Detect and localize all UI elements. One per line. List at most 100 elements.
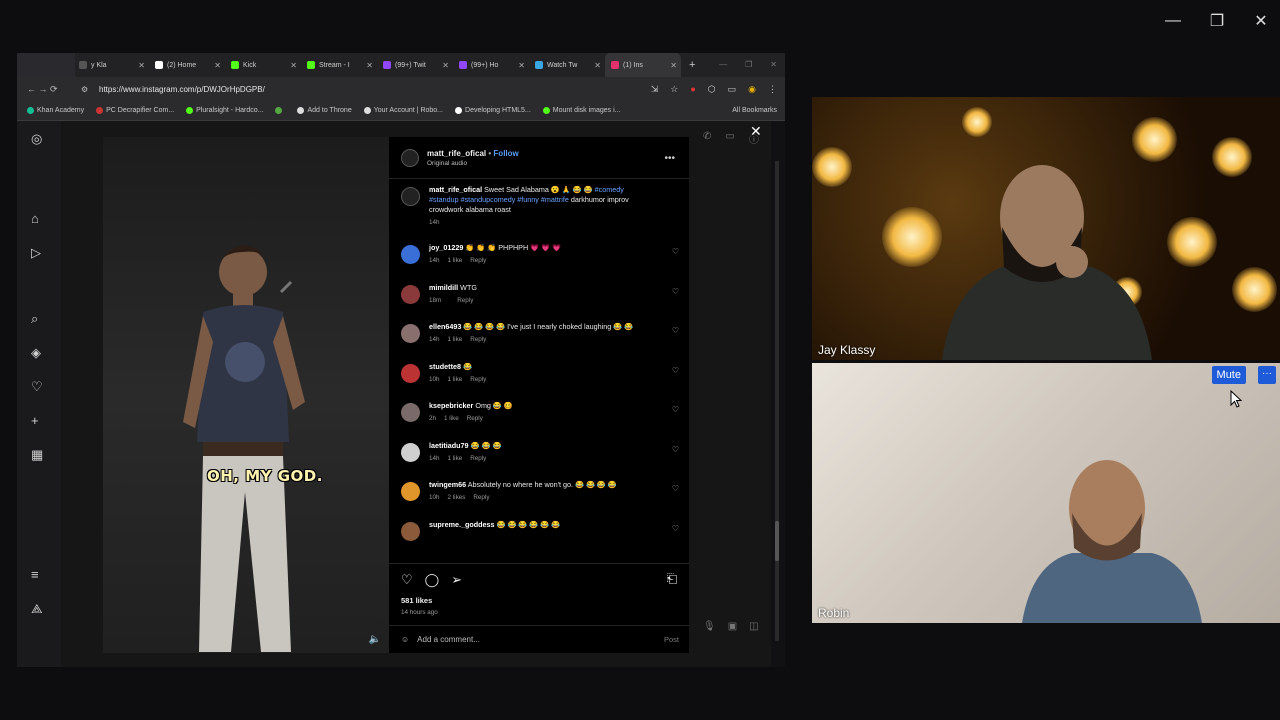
likes-count[interactable]: 581 likes bbox=[389, 596, 689, 605]
install-icon[interactable]: ⇲ bbox=[651, 84, 659, 95]
reel-video[interactable]: OH, MY GOD. 🔈 bbox=[103, 137, 389, 653]
menu-icon[interactable]: ⋮ bbox=[768, 84, 777, 95]
comment-likes[interactable]: 1 like bbox=[448, 257, 463, 264]
close-icon[interactable]: ✕ bbox=[1248, 8, 1274, 34]
nav-icons[interactable]: ← → ⟳ bbox=[27, 84, 58, 95]
tab-close-icon[interactable]: ✕ bbox=[670, 61, 677, 70]
more-options-button[interactable]: ··· bbox=[1258, 366, 1276, 384]
commenter-name[interactable]: mimildill bbox=[429, 283, 458, 292]
image-icon[interactable]: ▣ bbox=[728, 621, 737, 632]
bookmark-item[interactable]: PC Decrapifier Com... bbox=[96, 107, 174, 114]
browser-tab[interactable]: Stream - I ✕ bbox=[301, 53, 377, 77]
notifications-icon[interactable]: ♡ bbox=[31, 379, 43, 395]
reply-link[interactable]: Reply bbox=[467, 415, 483, 422]
comment-like-icon[interactable]: ♡ bbox=[672, 445, 679, 454]
comment-likes[interactable]: 1 like bbox=[448, 336, 463, 343]
volume-icon[interactable]: 🔈 bbox=[369, 634, 381, 645]
reels-icon[interactable]: ▷ bbox=[31, 245, 41, 261]
commenter-avatar[interactable] bbox=[401, 363, 420, 383]
browser-tab[interactable]: (99+) Ho ✕ bbox=[453, 53, 529, 77]
commenter-name[interactable]: joy_01229 bbox=[429, 243, 463, 252]
commenter-name[interactable]: twingem66 bbox=[429, 480, 466, 489]
explore-icon[interactable]: ◈ bbox=[31, 345, 41, 361]
instagram-logo-icon[interactable]: ◎ bbox=[31, 131, 42, 147]
browser-tab[interactable]: (2) Home ✕ bbox=[149, 53, 225, 77]
bookmark-item[interactable]: Khan Academy bbox=[27, 107, 84, 114]
bookmark-item[interactable]: Mount disk images i... bbox=[542, 107, 620, 114]
browser-tab[interactable]: Kick ✕ bbox=[225, 53, 301, 77]
home-icon[interactable]: ⌂ bbox=[31, 211, 39, 226]
commenter-name[interactable]: supreme._goddess bbox=[429, 520, 495, 529]
comment-like-icon[interactable]: ♡ bbox=[672, 247, 679, 256]
audio-label[interactable]: Original audio bbox=[427, 160, 519, 167]
site-info-icon[interactable]: ⚙ bbox=[81, 85, 88, 94]
comment-likes[interactable]: 2 likes bbox=[448, 494, 466, 501]
phone-icon[interactable]: ✆ bbox=[703, 131, 711, 146]
commenter-avatar[interactable] bbox=[401, 521, 420, 541]
restore-icon[interactable]: ❐ bbox=[1204, 8, 1230, 34]
sidebar-icon[interactable]: ▭ bbox=[728, 84, 737, 95]
author-avatar[interactable] bbox=[401, 148, 419, 167]
tab-close-icon[interactable]: ✕ bbox=[290, 61, 297, 70]
participant-tile-1[interactable]: Jay Klassy bbox=[812, 97, 1280, 360]
commenter-avatar[interactable] bbox=[401, 284, 420, 304]
mic-icon[interactable]: 🎙 bbox=[703, 621, 716, 632]
more-menu-icon[interactable]: ≡ bbox=[31, 567, 39, 582]
browser-tab[interactable]: y Kla ✕ bbox=[73, 53, 149, 77]
bookmark-item[interactable]: Your Account | Robo... bbox=[363, 107, 443, 114]
reply-link[interactable]: Reply bbox=[457, 297, 473, 304]
browser-tab[interactable]: (99+) Twit ✕ bbox=[377, 53, 453, 77]
comment-icon[interactable]: ◯ bbox=[425, 572, 440, 588]
all-bookmarks[interactable]: All Bookmarks bbox=[732, 107, 777, 114]
commenter-name[interactable]: studette8 bbox=[429, 362, 461, 371]
emoji-icon[interactable]: ☺ bbox=[401, 635, 409, 644]
comment-likes[interactable]: 1 like bbox=[444, 415, 459, 422]
like-icon[interactable]: ♡ bbox=[401, 572, 413, 588]
create-icon[interactable]: + bbox=[31, 413, 39, 428]
reply-link[interactable]: Reply bbox=[470, 455, 486, 462]
commenter-name[interactable]: ellen6493 bbox=[429, 322, 461, 331]
minimize-icon[interactable]: — bbox=[1160, 8, 1186, 34]
tab-close-icon[interactable]: ✕ bbox=[138, 61, 145, 70]
url-field[interactable]: https://www.instagram.com/p/DWJOrHpDGPB/ bbox=[99, 85, 619, 94]
comment-like-icon[interactable]: ♡ bbox=[672, 326, 679, 335]
participant-tile-2[interactable]: Mute ··· Robin bbox=[812, 363, 1280, 623]
extension2-icon[interactable]: ◉ bbox=[748, 84, 756, 95]
comment-like-icon[interactable]: ♡ bbox=[672, 484, 679, 493]
sticker-icon[interactable]: ◫ bbox=[749, 621, 758, 632]
comment-likes[interactable]: 1 like bbox=[448, 376, 463, 383]
post-options-icon[interactable]: ••• bbox=[664, 153, 675, 164]
video-call-icon[interactable]: ▭ bbox=[725, 131, 734, 146]
tab-close-icon[interactable]: ✕ bbox=[594, 61, 601, 70]
comment-input[interactable]: Add a comment... bbox=[417, 635, 480, 644]
tab-close-icon[interactable]: ✕ bbox=[518, 61, 525, 70]
tab-close-icon[interactable]: ✕ bbox=[366, 61, 373, 70]
tab-close-icon[interactable]: ✕ bbox=[214, 61, 221, 70]
record-icon[interactable]: ● bbox=[690, 84, 695, 94]
comment-like-icon[interactable]: ♡ bbox=[672, 405, 679, 414]
bookmark-item[interactable]: Pluralsight - Hardco... bbox=[186, 107, 263, 114]
share-icon[interactable]: ➢ bbox=[451, 572, 462, 588]
star-icon[interactable]: ☆ bbox=[670, 84, 678, 95]
comment-like-icon[interactable]: ♡ bbox=[672, 366, 679, 375]
follow-button[interactable]: Follow bbox=[493, 149, 518, 158]
new-tab-button[interactable]: + bbox=[689, 59, 695, 71]
info-icon[interactable]: ⓘ bbox=[749, 131, 759, 146]
author-avatar[interactable] bbox=[401, 187, 420, 206]
commenter-avatar[interactable] bbox=[401, 324, 420, 343]
reply-link[interactable]: Reply bbox=[470, 257, 486, 264]
mute-button[interactable]: Mute bbox=[1211, 366, 1246, 384]
commenter-name[interactable]: laetitiadu79 bbox=[429, 441, 469, 450]
reply-link[interactable]: Reply bbox=[473, 494, 489, 501]
commenter-avatar[interactable] bbox=[401, 403, 420, 422]
post-button[interactable]: Post bbox=[664, 635, 679, 644]
comment-like-icon[interactable]: ♡ bbox=[672, 524, 679, 533]
search-icon[interactable]: ⌕ bbox=[31, 311, 38, 327]
commenter-name[interactable]: ksepebricker bbox=[429, 401, 473, 410]
extension-icon[interactable]: ⬡ bbox=[708, 84, 716, 95]
browser-tab[interactable]: (1) Ins ✕ bbox=[605, 53, 681, 77]
comment-like-icon[interactable]: ♡ bbox=[672, 287, 679, 296]
browser-tab[interactable]: Watch Tw ✕ bbox=[529, 53, 605, 77]
reply-link[interactable]: Reply bbox=[470, 376, 486, 383]
commenter-avatar[interactable] bbox=[401, 245, 420, 264]
